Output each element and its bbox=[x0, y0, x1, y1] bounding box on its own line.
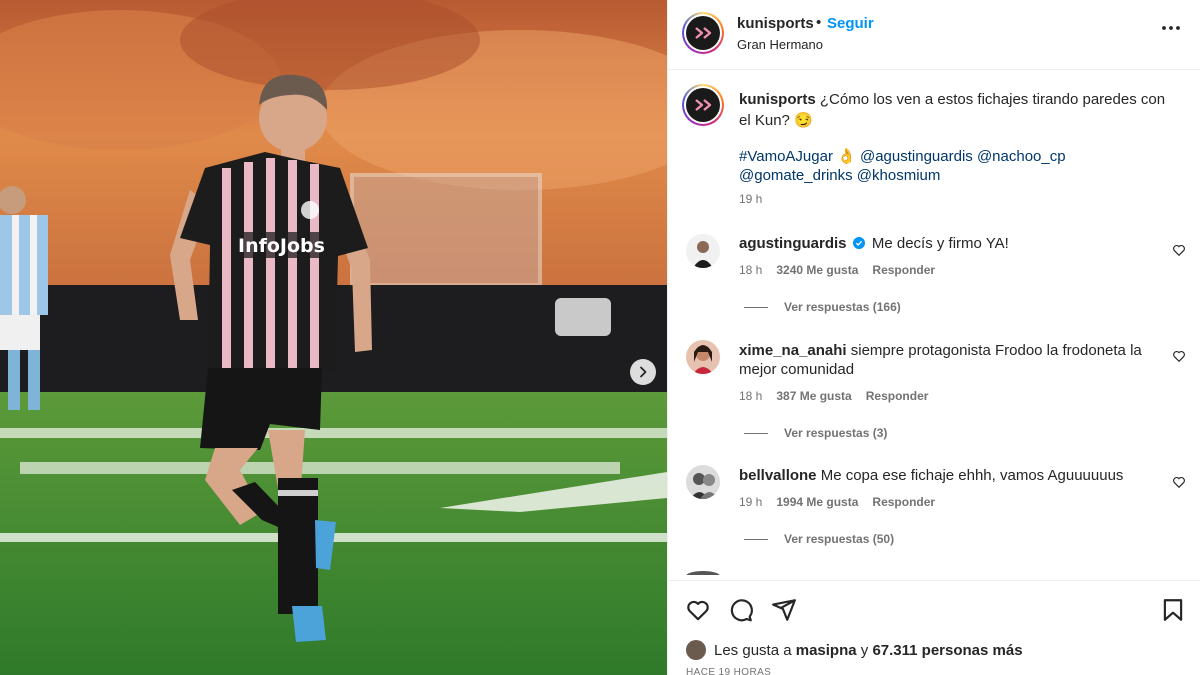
replies-divider bbox=[744, 432, 768, 434]
liker-avatar[interactable] bbox=[686, 640, 706, 660]
post-media[interactable]: InfoJobs bbox=[0, 0, 667, 675]
post-subtitle[interactable]: Gran Hermano bbox=[737, 37, 823, 52]
comments-scroll-area[interactable]: kunisports ¿Cómo los ven a estos fichaje… bbox=[668, 70, 1200, 575]
comment-meta: 19 h 1994 Me gusta Responder bbox=[739, 495, 935, 509]
verified-badge-icon bbox=[852, 237, 865, 249]
comment-text: agustinguardis Me decís y firmo YA! bbox=[739, 234, 1149, 253]
save-bookmark-icon[interactable] bbox=[1160, 597, 1186, 623]
comment-time[interactable]: 18 h bbox=[739, 263, 762, 277]
caption-avatar[interactable] bbox=[682, 84, 724, 126]
comment-meta: 18 h 387 Me gusta Responder bbox=[739, 389, 928, 403]
comment-likes[interactable]: 3240 Me gusta bbox=[776, 263, 858, 277]
likes-summary[interactable]: Les gusta a masipna y 67.311 personas má… bbox=[686, 640, 1023, 660]
comment-icon[interactable] bbox=[728, 597, 754, 623]
mention-link[interactable]: @gomate_drinks bbox=[739, 167, 853, 184]
view-replies-label: Ver respuestas (3) bbox=[784, 426, 888, 440]
commenter-avatar[interactable] bbox=[686, 571, 720, 575]
next-image-button[interactable] bbox=[630, 359, 656, 385]
more-options-button[interactable] bbox=[1159, 16, 1183, 40]
commenter-avatar[interactable] bbox=[686, 465, 720, 499]
caption-tags: #VamoAJugar 👌 @agustinguardis @nachoo_cp… bbox=[739, 147, 1179, 185]
comment-likes[interactable]: 1994 Me gusta bbox=[776, 495, 858, 509]
comment-likes[interactable]: 387 Me gusta bbox=[776, 389, 851, 403]
post-date[interactable]: HACE 19 HORAS bbox=[686, 667, 771, 675]
share-icon[interactable] bbox=[771, 597, 797, 623]
separator-dot: • bbox=[816, 14, 822, 31]
reply-button[interactable]: Responder bbox=[866, 389, 929, 403]
comment-text: xime_na_anahi siempre protagonista Frodo… bbox=[739, 341, 1149, 379]
view-replies-button[interactable]: Ver respuestas (3) bbox=[744, 426, 887, 440]
more-icon bbox=[1162, 26, 1180, 30]
kunisports-logo-icon bbox=[695, 99, 712, 111]
liker-username[interactable]: masipna bbox=[796, 642, 857, 659]
commenter-avatar[interactable] bbox=[686, 234, 720, 268]
hashtag-link[interactable]: #VamoAJugar bbox=[739, 148, 833, 165]
like-comment-icon[interactable] bbox=[1172, 475, 1186, 489]
like-comment-icon[interactable] bbox=[1172, 243, 1186, 257]
like-icon[interactable] bbox=[685, 597, 711, 623]
post-details-panel: kunisports • Seguir Gran Hermano kunispo… bbox=[667, 0, 1200, 675]
mention-link[interactable]: @agustinguardis bbox=[860, 148, 973, 165]
emoji: 👌 bbox=[837, 148, 856, 165]
account-username[interactable]: kunisports bbox=[737, 15, 814, 32]
caption-username[interactable]: kunisports bbox=[739, 91, 816, 108]
replies-divider bbox=[744, 306, 768, 308]
view-replies-label: Ver respuestas (50) bbox=[784, 532, 895, 546]
likes-prefix: Les gusta a bbox=[714, 641, 792, 659]
view-replies-label: Ver respuestas (166) bbox=[784, 300, 901, 314]
follow-button[interactable]: Seguir bbox=[827, 15, 874, 32]
likes-connector: y bbox=[860, 641, 869, 659]
mention-link[interactable]: @khosmium bbox=[857, 167, 941, 184]
post-actions: Les gusta a masipna y 67.311 personas má… bbox=[668, 580, 1200, 675]
likes-count[interactable]: 67.311 personas más bbox=[872, 642, 1022, 659]
chevron-right-icon bbox=[640, 366, 647, 378]
comment-body: Me decís y firmo YA! bbox=[871, 235, 1009, 252]
post-header: kunisports • Seguir Gran Hermano bbox=[668, 0, 1200, 70]
caption-text: kunisports ¿Cómo los ven a estos fichaje… bbox=[739, 89, 1179, 131]
comment-meta: 18 h 3240 Me gusta Responder bbox=[739, 263, 935, 277]
view-replies-button[interactable]: Ver respuestas (166) bbox=[744, 300, 901, 314]
replies-divider bbox=[744, 538, 768, 540]
comment-username[interactable]: agustinguardis bbox=[739, 235, 847, 252]
comment-body: Me copa ese fichaje ehhh, vamos Aguuuuuu… bbox=[820, 467, 1124, 484]
kunisports-logo-icon bbox=[695, 27, 712, 39]
comment-time[interactable]: 19 h bbox=[739, 495, 762, 509]
post-photo: InfoJobs bbox=[0, 0, 667, 675]
commenter-avatar[interactable] bbox=[686, 340, 720, 374]
like-comment-icon[interactable] bbox=[1172, 349, 1186, 363]
caption-time[interactable]: 19 h bbox=[739, 192, 762, 206]
comment-username[interactable]: xime_na_anahi bbox=[739, 342, 847, 359]
reply-button[interactable]: Responder bbox=[872, 495, 935, 509]
jersey-sponsor: InfoJobs bbox=[238, 235, 325, 257]
comment-text: bellvallone Me copa ese fichaje ehhh, va… bbox=[739, 466, 1149, 485]
comment-time[interactable]: 18 h bbox=[739, 389, 762, 403]
comment-username[interactable]: bellvallone bbox=[739, 467, 817, 484]
account-avatar[interactable] bbox=[682, 12, 724, 54]
mention-link[interactable]: @nachoo_cp bbox=[977, 148, 1066, 165]
reply-button[interactable]: Responder bbox=[872, 263, 935, 277]
view-replies-button[interactable]: Ver respuestas (50) bbox=[744, 532, 894, 546]
